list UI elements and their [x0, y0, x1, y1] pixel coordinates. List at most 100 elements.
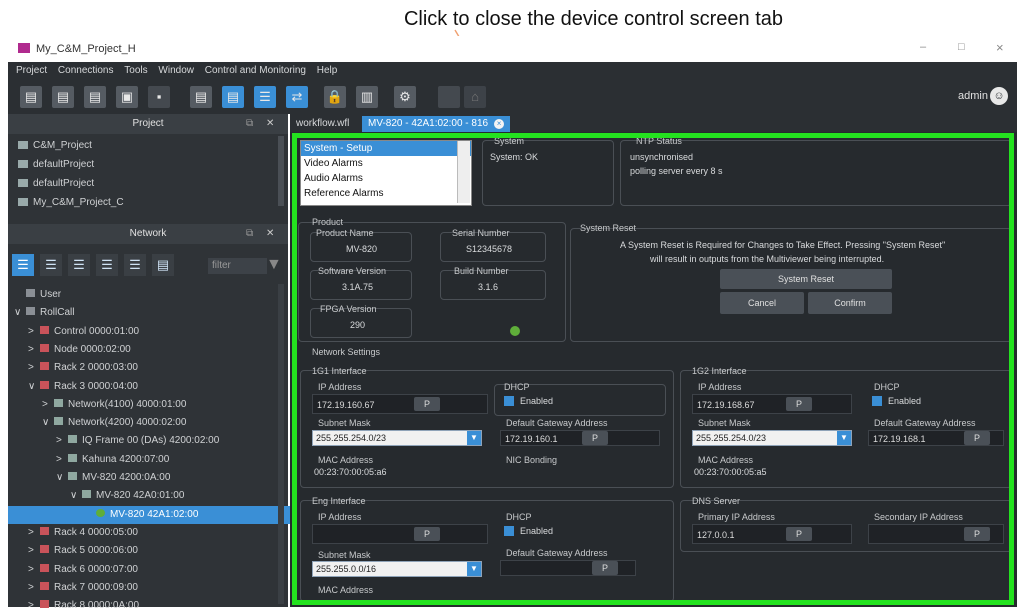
tree-item[interactable]: > Node 0000:02:00 [8, 341, 131, 359]
project-icon [18, 141, 28, 150]
device-icon [26, 289, 35, 297]
device-icon[interactable]: ▤ [152, 254, 174, 276]
tree-item[interactable]: > Rack 4 0000:05:00 [8, 524, 138, 542]
filter-funnel-icon[interactable]: ▼ [266, 256, 282, 274]
tree-item-label: Rack 4 0000:05:00 [54, 526, 138, 538]
maximize-button[interactable]: □ [958, 41, 965, 53]
tree-item-label: Rack 7 0000:09:00 [54, 581, 138, 593]
panel-float-icon[interactable]: ⧉ [246, 224, 253, 244]
save-icon[interactable]: ▣ [116, 86, 138, 108]
tree-item[interactable]: ∨ MV-820 4200:0A:00 [8, 469, 170, 487]
project-item[interactable]: defaultProject [18, 159, 94, 170]
tree-item-label: MV-820 4200:0A:00 [82, 472, 171, 483]
tree-item[interactable]: ∨ MV-820 42A0:01:00 [8, 487, 184, 505]
panel-close-icon[interactable]: ✕ [266, 114, 274, 134]
tree-item[interactable]: > Rack 8 0000:0A:00 [8, 597, 139, 615]
tree-item[interactable]: > Rack 2 0000:03:00 [8, 359, 138, 377]
list-icon[interactable]: ☰ [68, 254, 90, 276]
panel-icon[interactable]: ▤ [190, 86, 212, 108]
tree-view-icon[interactable]: ☰ [12, 254, 34, 276]
menu-window[interactable]: Window [158, 62, 194, 80]
network-panel-title: Network [129, 228, 167, 239]
collapse-icon[interactable]: ☰ [124, 254, 146, 276]
expand-chevron-icon[interactable]: > [56, 432, 68, 450]
open-project-icon[interactable]: ▤ [52, 86, 74, 108]
panel-float-icon[interactable]: ⧉ [246, 114, 253, 134]
filter-input[interactable]: filter [208, 258, 267, 274]
tab-device[interactable]: MV-820 - 42A1:02:00 - 816 × [362, 116, 511, 132]
expand-chevron-icon[interactable]: > [28, 524, 40, 542]
expand-chevron-icon[interactable]: > [42, 396, 54, 414]
minimize-button[interactable]: – [920, 41, 926, 53]
separator-icon [438, 86, 460, 108]
import-icon[interactable]: ▤ [84, 86, 106, 108]
network-view-icon[interactable]: ▤ [222, 86, 244, 108]
panel-close-icon[interactable]: ✕ [266, 224, 274, 244]
settings-gear-icon[interactable]: ⚙ [394, 86, 416, 108]
tree-item[interactable]: > Rack 6 0000:07:00 [8, 561, 138, 579]
lock-icon[interactable]: 🔒 [324, 86, 346, 108]
project-scrollbar[interactable] [278, 136, 284, 206]
window-title: My_C&M_Project_H [36, 43, 136, 55]
hierarchy-icon[interactable]: ☰ [40, 254, 62, 276]
tab-workflow[interactable]: workflow.wfl [290, 116, 355, 132]
expand-chevron-icon[interactable]: ∨ [56, 469, 68, 487]
connections-icon[interactable]: ⇄ [286, 86, 308, 108]
tree-item[interactable]: > Control 0000:01:00 [8, 323, 139, 341]
menu-connections[interactable]: Connections [58, 62, 114, 80]
device-icon [68, 472, 77, 480]
tree-scrollbar[interactable] [278, 284, 284, 604]
menu-help[interactable]: Help [317, 62, 338, 80]
menu-bar: Project Connections Tools Window Control… [8, 62, 1017, 80]
device-icon [40, 563, 49, 572]
menu-control-monitoring[interactable]: Control and Monitoring [205, 62, 306, 80]
menu-tools[interactable]: Tools [124, 62, 147, 80]
tree-item-label: User [40, 289, 62, 300]
tree-item[interactable]: > Rack 5 0000:06:00 [8, 542, 138, 560]
expand-icon[interactable]: ☰ [96, 254, 118, 276]
tree-item-label: Kahuna 4200:07:00 [82, 453, 170, 465]
tree-item-label: Control 0000:01:00 [54, 325, 140, 337]
expand-chevron-icon[interactable]: ∨ [70, 487, 82, 505]
close-tab-icon[interactable]: × [494, 119, 505, 129]
main-toolbar: ▤ ▤ ▤ ▣ ▪ ▤ ▤ ☰ ⇄ 🔒 ▥ ⚙ ⌂ admin ☺ [8, 80, 1017, 114]
tree-item[interactable]: > Network(4100) 4000:01:00 [8, 396, 186, 414]
status-dot-icon [96, 508, 105, 517]
project-item[interactable]: defaultProject [18, 178, 94, 189]
device-icon [26, 307, 35, 316]
new-project-icon[interactable]: ▤ [20, 86, 42, 108]
expand-chevron-icon[interactable]: > [28, 579, 40, 597]
expand-chevron-icon[interactable]: > [56, 451, 68, 469]
tree-item[interactable]: ∨ RollCall [8, 304, 74, 322]
home-icon[interactable]: ⌂ [464, 86, 486, 108]
device-icon [40, 526, 49, 535]
expand-chevron-icon[interactable]: > [28, 542, 40, 560]
project-item[interactable]: C&M_Project [18, 140, 92, 151]
tree-item-label: IQ Frame 00 (DAs) 4200:02:00 [82, 435, 220, 447]
expand-chevron-icon[interactable]: > [28, 323, 40, 341]
device-icon [54, 417, 63, 426]
tree-view-icon[interactable]: ☰ [254, 86, 276, 108]
close-window-button[interactable]: × [996, 40, 1004, 55]
expand-chevron-icon[interactable]: ∨ [28, 378, 40, 396]
menu-project[interactable]: Project [16, 62, 47, 80]
tree-item[interactable]: ∨ Rack 3 0000:04:00 [8, 378, 138, 396]
project-icon [18, 160, 28, 169]
tree-item[interactable]: ∨ Network(4200) 4000:02:00 [8, 414, 186, 432]
tree-item[interactable]: > Kahuna 4200:07:00 [8, 451, 169, 469]
expand-chevron-icon[interactable]: > [28, 597, 40, 615]
tree-item[interactable]: > IQ Frame 00 (DAs) 4200:02:00 [8, 432, 219, 450]
tree-item[interactable]: User [8, 286, 61, 304]
expand-chevron-icon[interactable]: > [28, 359, 40, 377]
expand-chevron-icon[interactable]: > [28, 341, 40, 359]
project-item[interactable]: My_C&M_Project_C [18, 197, 124, 208]
user-name: admin [958, 90, 988, 102]
layout-icon[interactable]: ▥ [356, 86, 378, 108]
tree-item-label: MV-820 42A0:01:00 [96, 490, 185, 502]
tree-item[interactable]: > Rack 7 0000:09:00 [8, 579, 138, 597]
expand-chevron-icon[interactable]: ∨ [42, 414, 54, 432]
user-avatar-icon[interactable]: ☺ [990, 87, 1008, 105]
tree-item-label: MV-820 42A1:02:00 [110, 508, 199, 520]
expand-chevron-icon[interactable]: ∨ [14, 304, 26, 322]
expand-chevron-icon[interactable]: > [28, 561, 40, 579]
